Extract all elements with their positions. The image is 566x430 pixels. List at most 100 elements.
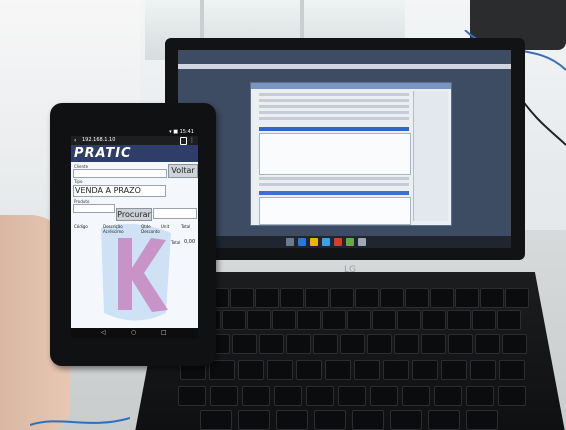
taskbar-icon: [346, 238, 354, 246]
action-bar-title: 192.168.1.10: [82, 137, 116, 143]
nav-recent-icon[interactable]: □: [161, 328, 167, 338]
pratic-logo: PRATIC: [74, 146, 132, 161]
keyboard-key: [470, 360, 496, 380]
status-bar: ▾ ■ 15:41: [71, 128, 198, 136]
keyboard-key: [498, 386, 526, 406]
laptop-brand-text: LG: [344, 265, 356, 274]
keyboard-key: [370, 386, 398, 406]
keyboard-key: [354, 360, 380, 380]
laptop-form-row: [259, 177, 409, 180]
keyboard-key: [330, 288, 354, 308]
keyboard-key: [497, 310, 521, 330]
taskbar-icon: [322, 238, 330, 246]
keyboard-key: [475, 334, 500, 354]
keyboard-key: [466, 386, 494, 406]
keyboard-key: [247, 310, 271, 330]
laptop-lower-grid-header: [259, 191, 409, 195]
keyboard-key: [347, 310, 371, 330]
keyboard-key: [340, 334, 365, 354]
keyboard-key: [367, 334, 392, 354]
taskbar-icon: [358, 238, 366, 246]
keyboard-key: [242, 386, 270, 406]
keyboard-key: [421, 334, 446, 354]
keyboard-key: [325, 360, 351, 380]
laptop-screen: [178, 50, 511, 248]
quantidade-input[interactable]: [153, 208, 197, 219]
keyboard-key: [472, 310, 496, 330]
laptop-form-row: [259, 99, 409, 102]
laptop-form-row: [259, 117, 409, 120]
keyboard-key: [230, 288, 254, 308]
taskbar-icon: [298, 238, 306, 246]
nav-home-icon[interactable]: ○: [131, 328, 136, 338]
keyboard-key: [259, 334, 284, 354]
keyboard-key: [280, 288, 304, 308]
col-header: Total: [181, 224, 191, 229]
overflow-icon[interactable]: ⋮: [189, 136, 195, 145]
keyboard-key: [210, 386, 238, 406]
keyboard-key: [412, 360, 438, 380]
keyboard-key: [397, 310, 421, 330]
keyboard-key: [322, 310, 346, 330]
photo-scene: LG ▾ ■ 15:41 ‹ 192.168.1.10 ⋮ PRATIC Cli…: [0, 0, 566, 430]
produto-input[interactable]: [73, 204, 115, 213]
col-subheader: Desconto: [141, 229, 160, 234]
keyboard-key: [448, 334, 473, 354]
cliente-input[interactable]: [73, 169, 167, 178]
keyboard-key: [255, 288, 279, 308]
laptop-app-window: [250, 82, 452, 226]
keyboard-key: [274, 386, 302, 406]
keyboard-key: [372, 310, 396, 330]
keyboard-key: [480, 288, 504, 308]
keyboard-key: [383, 360, 409, 380]
keyboard-key: [402, 386, 430, 406]
col-header: Código: [74, 224, 88, 229]
taskbar-icon: [310, 238, 318, 246]
keyboard-key: [499, 360, 525, 380]
keyboard-key: [394, 334, 419, 354]
back-icon[interactable]: ‹: [74, 136, 76, 145]
keyboard-key: [276, 410, 308, 430]
laptop-grid-selected-row: [259, 127, 409, 131]
keyboard-key: [455, 288, 479, 308]
total-value: 0,00: [184, 239, 196, 245]
keyboard-key: [422, 310, 446, 330]
keyboard-key: [178, 386, 206, 406]
keyboard-key: [222, 310, 246, 330]
keyboard-key: [286, 334, 311, 354]
keyboard-key: [297, 310, 321, 330]
tipo-label: Tipo: [74, 179, 83, 184]
nav-back-icon[interactable]: ◁: [101, 328, 106, 338]
keyboard-key: [272, 310, 296, 330]
action-bar: ‹ 192.168.1.10 ⋮: [71, 136, 198, 145]
keyboard-key: [338, 386, 366, 406]
keyboard-key: [238, 410, 270, 430]
laptop-form-row: [259, 105, 409, 108]
laptop-form-row: [259, 183, 409, 186]
keyboard-key: [447, 310, 471, 330]
keyboard-key: [430, 288, 454, 308]
procurar-button[interactable]: Procurar: [116, 208, 152, 221]
keyboard-key: [405, 288, 429, 308]
sale-type-select[interactable]: VENDA A PRAZO: [73, 185, 166, 197]
col-subheader: Acréscimo: [103, 229, 124, 234]
laptop-brand-logo: LG: [344, 265, 356, 274]
keyboard-key: [380, 288, 404, 308]
taskbar-icon: [334, 238, 342, 246]
keyboard-key: [355, 288, 379, 308]
logo-bar: PRATIC: [71, 145, 198, 162]
laptop-taskbar: [178, 236, 511, 248]
taskbar-icon: [286, 238, 294, 246]
keyboard-key: [502, 334, 527, 354]
phone-screen: ▾ ■ 15:41 ‹ 192.168.1.10 ⋮ PRATIC Client…: [71, 128, 198, 338]
keyboard-key: [305, 288, 329, 308]
keyboard-key: [434, 386, 462, 406]
keyboard-key: [296, 360, 322, 380]
cable-bottom: [30, 417, 130, 426]
keyboard-key: [200, 410, 232, 430]
keyboard-key: [209, 360, 235, 380]
cart-icon[interactable]: [180, 137, 187, 145]
laptop-items-grid: [259, 133, 411, 175]
voltar-button[interactable]: Voltar: [168, 164, 198, 178]
watermark-k-logo: [101, 224, 171, 321]
